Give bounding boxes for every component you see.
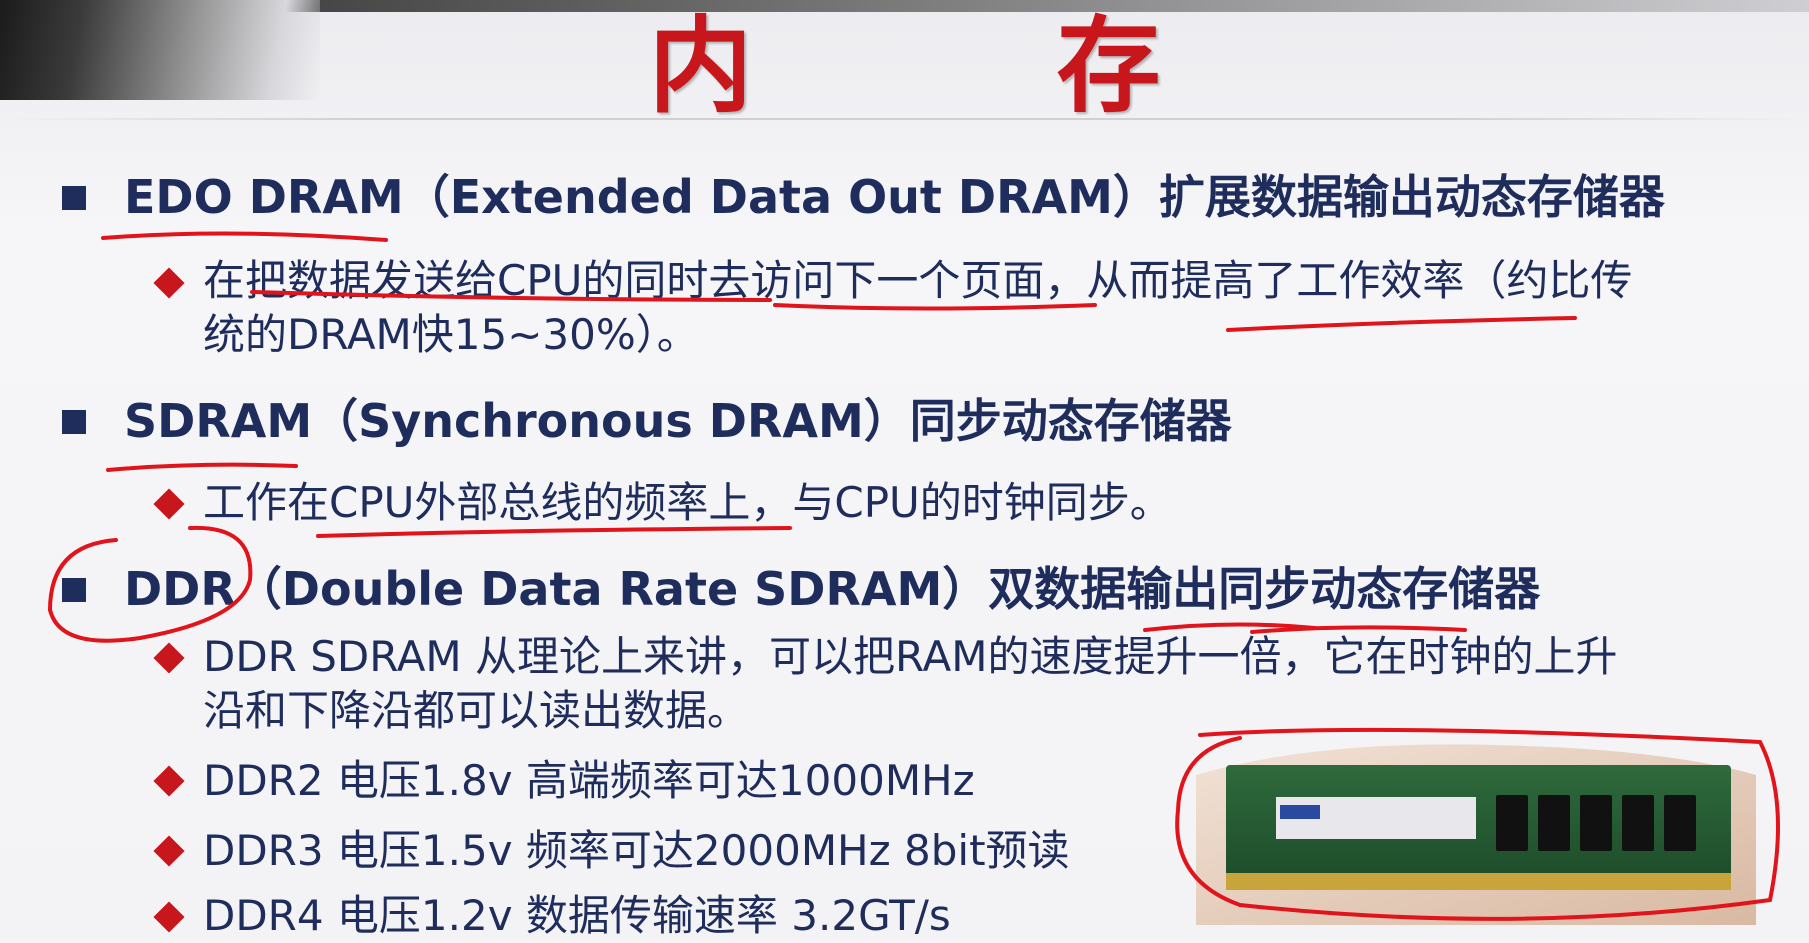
underline-sdram (106, 462, 298, 472)
circle-ddr (47, 525, 253, 643)
underline-edo-point-b (773, 303, 1097, 311)
underline-edo-point-a (250, 290, 772, 302)
circle-ram-photo (1175, 727, 1780, 921)
underline-edo (101, 231, 388, 242)
slide: 内 存 EDO DRAM（Extended Data Out DRAM）扩展数据… (0, 0, 1809, 940)
annotation-overlay (47, 231, 1780, 921)
underline-edo-point-c (1226, 316, 1577, 332)
underline-sdram-point (316, 526, 792, 538)
underline-ddr-b (1250, 625, 1467, 634)
